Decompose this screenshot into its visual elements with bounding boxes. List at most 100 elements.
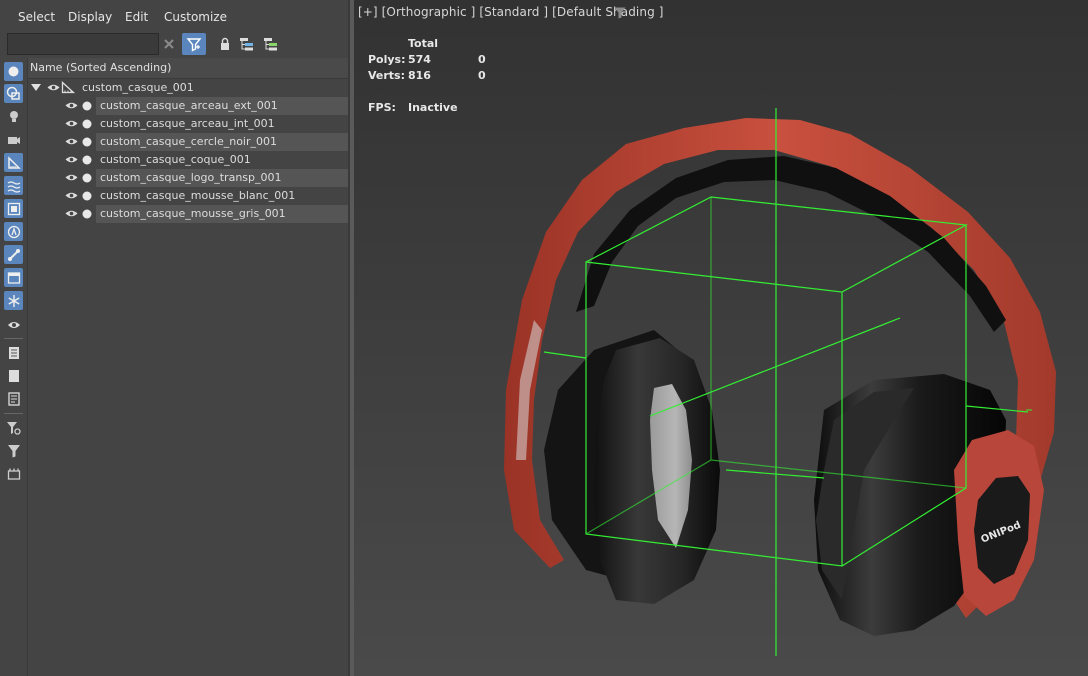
search-input[interactable] [7, 33, 159, 55]
object-dot-icon [82, 155, 92, 165]
close-icon [164, 39, 174, 49]
stats-verts-label: Verts: [368, 69, 406, 82]
sort-by-layer-button[interactable] [260, 33, 282, 55]
tree-item-label: custom_casque_cercle_noir_001 [100, 135, 277, 148]
selection-set-icon [7, 468, 20, 480]
snowflake-icon [7, 294, 20, 307]
display-geometry-button[interactable] [4, 62, 23, 81]
display-frozen-button[interactable] [4, 291, 23, 310]
stats-polys-label: Polys: [368, 53, 406, 66]
sphere-icon [8, 66, 19, 77]
object-dot-icon [82, 137, 92, 147]
display-helpers-button[interactable] [4, 153, 23, 172]
toolbar-separator [4, 338, 23, 339]
display-invert-button[interactable] [4, 389, 23, 408]
tree-row[interactable]: custom_casque_arceau_int_001 [28, 115, 348, 133]
eye-icon[interactable] [65, 191, 78, 200]
light-bulb-icon [9, 110, 18, 122]
display-lights-button[interactable] [4, 107, 23, 126]
eye-icon[interactable] [47, 83, 60, 92]
advanced-filter-button[interactable] [4, 441, 23, 460]
search-toolbar [0, 32, 350, 56]
display-groups-button[interactable] [4, 199, 23, 218]
display-spacewarps-button[interactable] [4, 176, 23, 195]
tree-row[interactable]: custom_casque_arceau_ext_001 [28, 97, 348, 115]
menu-select[interactable]: Select [18, 10, 55, 24]
eye-icon[interactable] [65, 209, 78, 218]
display-xrefs-button[interactable] [4, 222, 23, 241]
filter-gear-icon [7, 421, 21, 435]
document-list-icon [8, 346, 19, 359]
tree-row-root[interactable]: custom_casque_001 [28, 79, 348, 97]
eye-icon[interactable] [65, 119, 78, 128]
camera-icon [7, 136, 20, 144]
tree-item-label: custom_casque_mousse_gris_001 [100, 207, 286, 220]
scene-tree: Name (Sorted Ascending) custom_casque_00… [28, 58, 348, 676]
tree-row[interactable]: custom_casque_mousse_gris_001 [28, 205, 348, 223]
display-none-button[interactable] [4, 366, 23, 385]
stats-total-header: Total [408, 37, 439, 50]
headband-inner [576, 156, 1006, 332]
toolbar-separator [4, 413, 23, 414]
display-hidden-button[interactable] [4, 315, 23, 334]
filter-settings-button[interactable] [4, 418, 23, 437]
scene-explorer-panel: Select Display Edit Customize Name (Sort… [0, 0, 350, 676]
filter-icon [186, 38, 202, 52]
tree-item-label: custom_casque_logo_transp_001 [100, 171, 282, 184]
filter-icon [7, 444, 20, 457]
hierarchy-icon [240, 38, 253, 51]
eye-icon[interactable] [65, 137, 78, 146]
stats-fps-label: FPS: [368, 101, 396, 114]
display-shapes-button[interactable] [4, 84, 23, 103]
selection-set-button[interactable] [4, 464, 23, 483]
object-dot-icon [82, 101, 92, 111]
tree-item-label: custom_casque_coque_001 [100, 153, 251, 166]
viewport-filter-icon[interactable] [614, 7, 626, 19]
tree-row[interactable]: custom_casque_cercle_noir_001 [28, 133, 348, 151]
menu-edit[interactable]: Edit [125, 10, 148, 24]
group-icon [7, 202, 20, 215]
lock-icon [221, 37, 229, 50]
document-invert-icon [7, 391, 20, 406]
helper-icon [7, 155, 21, 169]
expand-triangle-icon[interactable] [31, 84, 41, 92]
tree-row[interactable]: custom_casque_mousse_blanc_001 [28, 187, 348, 205]
lock-button[interactable] [214, 33, 236, 55]
eye-icon[interactable] [65, 155, 78, 164]
tree-item-label: custom_casque_001 [82, 81, 194, 94]
stats-fps-value: Inactive [408, 101, 458, 114]
helper-icon [61, 81, 75, 94]
container-icon [7, 271, 20, 284]
sort-by-hierarchy-button[interactable] [236, 33, 258, 55]
stats-polys-total: 574 [408, 53, 431, 66]
stats-verts-total: 816 [408, 69, 431, 82]
menu-customize[interactable]: Customize [164, 10, 227, 24]
stats-verts-selected: 0 [478, 69, 486, 82]
object-dot-icon [82, 119, 92, 129]
eye-icon [7, 321, 20, 328]
eye-icon[interactable] [65, 101, 78, 110]
document-blank-icon [8, 369, 19, 382]
menu-bar: Select Display Edit Customize [0, 0, 350, 32]
display-bones-button[interactable] [4, 245, 23, 264]
clear-search-button[interactable] [158, 33, 180, 55]
spacewarp-icon [7, 180, 20, 193]
display-containers-button[interactable] [4, 268, 23, 287]
eye-icon[interactable] [65, 173, 78, 182]
display-all-button[interactable] [4, 343, 23, 362]
bone-icon [7, 248, 20, 261]
scene-render: ONIPod [504, 108, 1056, 656]
menu-display[interactable]: Display [68, 10, 112, 24]
stats-polys-selected: 0 [478, 53, 486, 66]
xref-icon [7, 225, 20, 238]
name-column-header[interactable]: Name (Sorted Ascending) [28, 58, 348, 79]
filter-toolbar [0, 58, 28, 676]
tree-item-label: custom_casque_arceau_ext_001 [100, 99, 278, 112]
display-cameras-button[interactable] [4, 130, 23, 149]
tree-item-label: custom_casque_arceau_int_001 [100, 117, 275, 130]
tree-row[interactable]: custom_casque_coque_001 [28, 151, 348, 169]
viewport[interactable]: ONIPod [+] [Orthographic ] [Standard ] [… [354, 0, 1088, 676]
tree-row[interactable]: custom_casque_logo_transp_001 [28, 169, 348, 187]
object-dot-icon [82, 173, 92, 183]
filter-toggle-button[interactable] [182, 33, 206, 55]
